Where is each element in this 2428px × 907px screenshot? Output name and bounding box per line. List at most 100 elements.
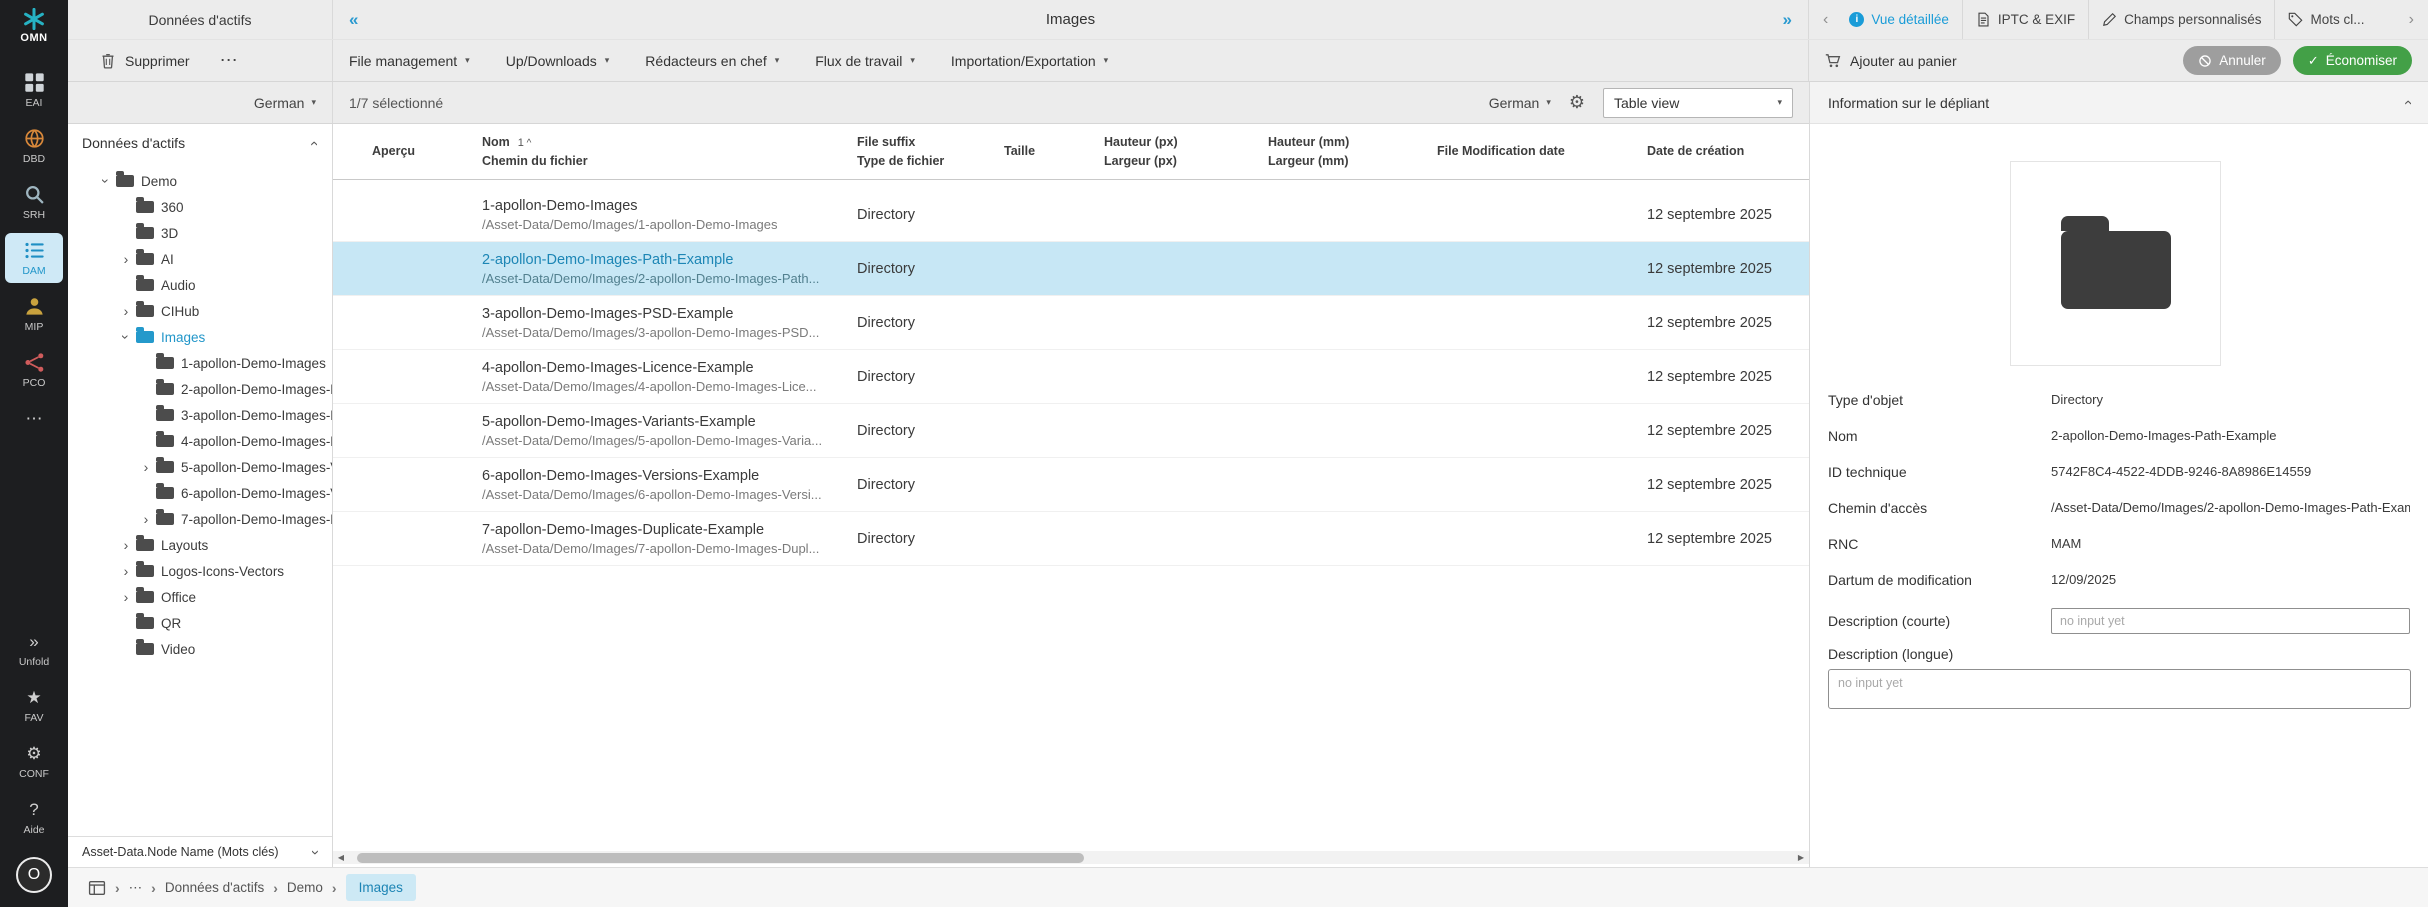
scroll-left-icon[interactable]: ◀ [333, 853, 349, 862]
table-row-6-apollon-demo-images-versions-example[interactable]: 6-apollon-Demo-Images-Versions-Example/A… [333, 458, 1809, 512]
tabs-scroll-right-icon[interactable]: › [2401, 11, 2422, 29]
tree-item-3d[interactable]: 3D [68, 220, 332, 246]
horizontal-scrollbar[interactable]: ◀ ▶ [333, 851, 1809, 864]
apps-window-icon[interactable] [88, 879, 106, 897]
tabs-scroll-left-icon[interactable]: ‹ [1815, 11, 1836, 29]
rail-item-fav[interactable]: ★FAV [5, 680, 63, 730]
chevron-right-icon[interactable]: › [116, 303, 136, 319]
tree-item-qr[interactable]: QR [68, 610, 332, 636]
delete-button[interactable]: Supprimer [100, 53, 190, 69]
more-options-icon[interactable]: ⋯ [220, 50, 239, 71]
detail-field-dartum-de-modification: Dartum de modification12/09/2025 [1810, 572, 2428, 588]
tab-vue-d-taill-e[interactable]: iVue détaillée [1836, 0, 1962, 39]
created-cell: 12 septembre 2025 [1647, 477, 1807, 493]
column-header-hauteur-px[interactable]: Hauteur (px)Largeur (px) [1104, 133, 1268, 169]
column-header-file-modification-date[interactable]: File Modification date [1437, 142, 1647, 160]
tree-item-ai[interactable]: ›AI [68, 246, 332, 272]
tree-item-office[interactable]: ›Office [68, 584, 332, 610]
rail-item-eai[interactable]: EAI [5, 65, 63, 115]
add-to-cart-button[interactable]: Ajouter au panier [1825, 53, 1957, 69]
column-header-aper-u[interactable]: Aperçu [372, 142, 482, 160]
column-header-nom[interactable]: Nom1 ^Chemin du fichier [482, 133, 857, 170]
rail-item-srh[interactable]: SRH [5, 177, 63, 227]
scrollbar-track[interactable] [349, 851, 1793, 864]
tree-item-demo[interactable]: ›Demo [68, 168, 332, 194]
menu-file-management[interactable]: File management▾ [349, 53, 470, 69]
tree-item-6-apollon-demo-images-versions-example[interactable]: 6-apollon-Demo-Images-Versions-Example [68, 480, 332, 506]
column-header-hauteur-mm[interactable]: Hauteur (mm)Largeur (mm) [1268, 133, 1437, 169]
chevron-up-icon[interactable]: › [305, 141, 322, 146]
table-row-5-apollon-demo-images-variants-example[interactable]: 5-apollon-Demo-Images-Variants-Example/A… [333, 404, 1809, 458]
breadcrumb-item-item[interactable]: ⋯ [129, 880, 143, 896]
chevron-right-icon[interactable]: › [116, 537, 136, 553]
rail-item-mip[interactable]: MIP [5, 289, 63, 339]
menu-importation-exportation[interactable]: Importation/Exportation▾ [951, 53, 1108, 69]
menu-r-dacteurs-en-chef[interactable]: Rédacteurs en chef▾ [645, 53, 779, 69]
table-row-3-apollon-demo-images-psd-example[interactable]: 3-apollon-Demo-Images-PSD-Example/Asset-… [333, 296, 1809, 350]
sidebar-section-header[interactable]: Données d'actifs › [68, 124, 332, 162]
tree-item-audio[interactable]: Audio [68, 272, 332, 298]
tree-item-7-apollon-demo-images-duplicate-example[interactable]: ›7-apollon-Demo-Images-Duplicate-Example [68, 506, 332, 532]
tree-item-5-apollon-demo-images-variants-example[interactable]: ›5-apollon-Demo-Images-Variants-Example [68, 454, 332, 480]
rail-item-unfold[interactable]: »Unfold [5, 624, 63, 674]
tree-item-2-apollon-demo-images-path-example[interactable]: 2-apollon-Demo-Images-Path-Example [68, 376, 332, 402]
table-row-1-apollon-demo-images[interactable]: 1-apollon-Demo-Images/Asset-Data/Demo/Im… [333, 188, 1809, 242]
rail-item-dbd[interactable]: DBD [5, 121, 63, 171]
rail-item-conf[interactable]: ⚙CONF [5, 736, 63, 786]
rail-item-aide[interactable]: ?Aide [5, 792, 63, 842]
tab-iptc-exif[interactable]: IPTC & EXIF [1962, 0, 2088, 39]
tree-item-1-apollon-demo-images[interactable]: 1-apollon-Demo-Images [68, 350, 332, 376]
menu-up-downloads[interactable]: Up/Downloads▾ [506, 53, 610, 69]
short-description-input[interactable] [2051, 608, 2410, 634]
chevron-right-icon[interactable]: › [116, 251, 136, 267]
chevron-right-icon[interactable]: › [116, 563, 136, 579]
language-select-right[interactable]: German ▾ [1489, 95, 1551, 111]
tree-item-video[interactable]: Video [68, 636, 332, 662]
column-header-date-de-cr-ation[interactable]: Date de création [1647, 142, 1807, 160]
breadcrumb-item-images[interactable]: Images [346, 874, 416, 901]
scrollbar-thumb[interactable] [357, 853, 1084, 863]
tree-item-360[interactable]: 360 [68, 194, 332, 220]
language-select-left[interactable]: German ▾ [254, 95, 316, 111]
detail-panel-header[interactable]: Information sur le dépliant › [1810, 82, 2428, 124]
view-mode-select[interactable]: Table view ▾ [1603, 88, 1793, 118]
chevron-down-icon[interactable]: › [98, 171, 114, 191]
breadcrumb-item-demo[interactable]: Demo [287, 880, 323, 895]
table-row-2-apollon-demo-images-path-example[interactable]: 2-apollon-Demo-Images-Path-Example/Asset… [333, 242, 1809, 296]
tree-item-label: QR [161, 616, 181, 631]
breadcrumb-item-donn-es-d-actifs[interactable]: Données d'actifs [165, 880, 264, 895]
sidebar-footer[interactable]: Asset-Data.Node Name (Mots clés) › [68, 836, 332, 867]
chevron-down-icon[interactable]: › [118, 327, 134, 347]
cancel-button[interactable]: Annuler [2183, 46, 2281, 75]
menu-flux-de-travail[interactable]: Flux de travail▾ [815, 53, 915, 69]
folder-icon [116, 175, 134, 187]
save-button[interactable]: ✓ Économiser [2293, 46, 2412, 75]
rail-item-pco[interactable]: PCO [5, 345, 63, 395]
tree-item-layouts[interactable]: ›Layouts [68, 532, 332, 558]
table-row-7-apollon-demo-images-duplicate-example[interactable]: 7-apollon-Demo-Images-Duplicate-Example/… [333, 512, 1809, 566]
chevron-right-icon[interactable]: › [136, 459, 156, 475]
tree-item-images[interactable]: ›Images [68, 324, 332, 350]
rail-item-more[interactable]: ⋯ [5, 401, 63, 435]
long-description-input[interactable] [1828, 669, 2411, 709]
chevron-right-icon[interactable]: › [136, 511, 156, 527]
tree-item-3-apollon-demo-images-psd-example[interactable]: 3-apollon-Demo-Images-PSD-Example [68, 402, 332, 428]
tree-item-cihub[interactable]: ›CIHub [68, 298, 332, 324]
expand-right-panel-icon[interactable]: » [1783, 10, 1792, 30]
column-header-file-suffix[interactable]: File suffixType de fichier [857, 133, 1004, 169]
chevron-right-icon[interactable]: › [116, 589, 136, 605]
row-name: 2-apollon-Demo-Images-Path-Example [482, 252, 857, 268]
table-row-4-apollon-demo-images-licence-example[interactable]: 4-apollon-Demo-Images-Licence-Example/As… [333, 350, 1809, 404]
tab-champs-personnalis-s[interactable]: Champs personnalisés [2088, 0, 2274, 39]
tree-item-logos-icons-vectors[interactable]: ›Logos-Icons-Vectors [68, 558, 332, 584]
user-avatar[interactable]: O [16, 857, 52, 893]
scroll-right-icon[interactable]: ▶ [1793, 853, 1809, 862]
tab-mots-cl[interactable]: Mots cl... [2274, 0, 2377, 39]
chevron-up-icon[interactable]: › [2399, 100, 2416, 105]
app-logo[interactable]: OMN [20, 8, 47, 44]
collapse-left-panel-icon[interactable]: « [349, 10, 358, 30]
column-header-taille[interactable]: Taille [1004, 142, 1104, 160]
tree-item-4-apollon-demo-images-licence-example[interactable]: 4-apollon-Demo-Images-Licence-Example [68, 428, 332, 454]
rail-item-dam[interactable]: DAM [5, 233, 63, 283]
settings-gear-icon[interactable]: ⚙ [1569, 92, 1585, 113]
